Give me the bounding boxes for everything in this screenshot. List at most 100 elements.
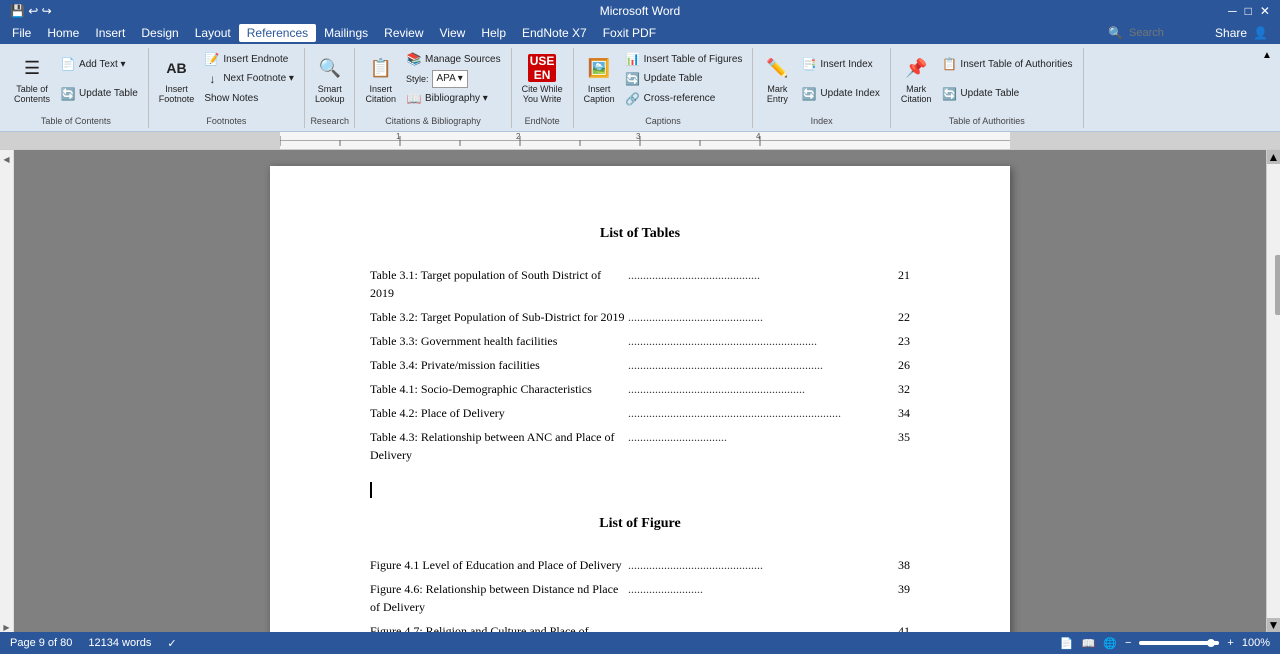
insert-table-auth-button[interactable]: 📋 Insert Table of Authorities xyxy=(937,55,1076,73)
table-of-contents-button[interactable]: ☰ Table ofContents xyxy=(10,50,54,108)
cite-while-write-button[interactable]: USEEN Cite WhileYou Write xyxy=(518,50,567,108)
insert-footnote-button[interactable]: AB InsertFootnote xyxy=(155,50,199,108)
show-notes-button[interactable]: Show Notes xyxy=(200,90,298,108)
figures-list: Figure 4.1 Level of Education and Place … xyxy=(370,556,910,632)
endnote-group-label: EndNote xyxy=(512,116,573,126)
ribbon-group-endnote: USEEN Cite WhileYou Write EndNote xyxy=(512,48,574,128)
index-group-label: Index xyxy=(753,116,890,126)
ruler-content: 1 2 3 4 xyxy=(280,132,1010,149)
share-button[interactable]: Share xyxy=(1215,26,1247,40)
ribbon-collapse-button[interactable]: ▲ xyxy=(1262,50,1272,61)
insert-table-figures-label: Insert Table of Figures xyxy=(644,54,743,65)
menu-foxit[interactable]: Foxit PDF xyxy=(595,24,664,42)
insert-caption-button[interactable]: 🖼️ InsertCaption xyxy=(580,50,619,108)
add-text-label: Add Text ▾ xyxy=(79,59,126,70)
update-table-toc-button[interactable]: 🔄 Update Table xyxy=(56,85,142,103)
insert-endnote-button[interactable]: 📝 Insert Endnote xyxy=(200,50,298,68)
minimize-btn[interactable]: ─ xyxy=(1228,4,1237,18)
ruler-right-margin xyxy=(1010,132,1280,149)
style-select[interactable]: APA ▾ xyxy=(432,70,468,88)
bibliography-label: Bibliography ▾ xyxy=(425,93,488,104)
ribbon-group-footnotes: AB InsertFootnote 📝 Insert Endnote ↓ Nex… xyxy=(149,48,305,128)
smart-lookup-button[interactable]: 🔍 SmartLookup xyxy=(311,50,349,108)
captions-group-items: 🖼️ InsertCaption 📊 Insert Table of Figur… xyxy=(580,50,747,126)
cross-reference-label: Cross-reference xyxy=(644,93,716,104)
zoom-out-button[interactable]: − xyxy=(1125,637,1131,649)
table-figures-icon: 📊 xyxy=(625,51,641,67)
manage-sources-icon: 📚 xyxy=(406,51,422,67)
layout-normal-icon[interactable]: 📄 xyxy=(1060,637,1074,650)
scroll-down-button[interactable]: ▼ xyxy=(1267,618,1280,632)
next-footnote-button[interactable]: ↓ Next Footnote ▾ xyxy=(200,70,298,88)
cross-reference-button[interactable]: 🔗 Cross-reference xyxy=(621,90,747,108)
page-down-arrow[interactable]: ▶ xyxy=(2,622,12,632)
menu-insert[interactable]: Insert xyxy=(87,24,133,42)
style-dropdown[interactable]: Style: APA ▾ xyxy=(402,70,505,88)
table-entry: Table 4.1: Socio-Demographic Characteris… xyxy=(370,380,910,398)
cross-ref-icon: 🔗 xyxy=(625,91,641,107)
mark-entry-button[interactable]: ✏️ MarkEntry xyxy=(759,50,795,108)
update-table-auth-button[interactable]: 🔄 Update Table xyxy=(937,85,1076,103)
figure-entry-dots: ......................... xyxy=(628,580,886,616)
captions-small-buttons: 📊 Insert Table of Figures 🔄 Update Table… xyxy=(621,50,747,108)
zoom-slider[interactable] xyxy=(1139,641,1219,645)
menu-references[interactable]: References xyxy=(239,24,316,42)
table-entry: Table 3.2: Target Population of Sub-Dist… xyxy=(370,308,910,326)
menu-view[interactable]: View xyxy=(432,24,474,42)
menu-help[interactable]: Help xyxy=(473,24,514,42)
scroll-up-button[interactable]: ▲ xyxy=(1267,150,1280,164)
add-text-button[interactable]: 📄 Add Text ▾ xyxy=(56,55,142,73)
bibliography-button[interactable]: 📖 Bibliography ▾ xyxy=(402,90,505,108)
update-toc-icon: 🔄 xyxy=(60,86,76,102)
user-icon: 👤 xyxy=(1253,26,1268,40)
menu-layout[interactable]: Layout xyxy=(187,24,239,42)
menu-design[interactable]: Design xyxy=(133,24,186,42)
bibliography-icon: 📖 xyxy=(406,91,422,107)
layout-read-icon[interactable]: 📖 xyxy=(1082,637,1096,650)
figure-entry-page: 38 xyxy=(886,556,910,574)
search-input[interactable] xyxy=(1129,27,1209,39)
menu-review[interactable]: Review xyxy=(376,24,431,42)
maximize-btn[interactable]: □ xyxy=(1245,4,1252,18)
ruler: 1 2 3 4 xyxy=(0,132,1280,150)
zoom-in-button[interactable]: + xyxy=(1227,637,1233,649)
cursor-position xyxy=(370,480,910,500)
update-cap-icon: 🔄 xyxy=(625,71,641,87)
ruler-marks: 1 2 3 4 xyxy=(280,132,1010,150)
document-area[interactable]: List of Tables Table 3.1: Target populat… xyxy=(14,150,1266,632)
style-dropdown-arrow: ▾ xyxy=(458,73,463,84)
toc-group-items: ☰ Table ofContents 📄 Add Text ▾ 🔄 Update… xyxy=(10,50,142,126)
endnote-en-icon: USEEN xyxy=(528,54,556,82)
manage-sources-button[interactable]: 📚 Manage Sources xyxy=(402,50,505,68)
insert-citation-button[interactable]: 📋 InsertCitation xyxy=(361,50,400,108)
page-info: Page 9 of 80 xyxy=(10,637,72,649)
quick-access[interactable]: 💾 ↩ ↪ xyxy=(10,4,52,18)
insert-table-figures-button[interactable]: 📊 Insert Table of Figures xyxy=(621,50,747,68)
update-table-cap-button[interactable]: 🔄 Update Table xyxy=(621,70,747,88)
next-footnote-icon: ↓ xyxy=(204,71,220,87)
menu-mailings[interactable]: Mailings xyxy=(316,24,376,42)
layout-web-icon[interactable]: 🌐 xyxy=(1103,637,1117,650)
figure-entry-dots: ........................................… xyxy=(628,556,886,574)
update-table-toc-label: Update Table xyxy=(79,88,138,99)
menu-endnote[interactable]: EndNote X7 xyxy=(514,24,595,42)
mark-citation-button[interactable]: 📌 MarkCitation xyxy=(897,50,936,108)
right-scrollbar[interactable]: ▲ ▼ xyxy=(1266,150,1280,632)
search-icon: 🔍 xyxy=(1108,26,1123,40)
figure-entry: Figure 4.6: Relationship between Distanc… xyxy=(370,580,910,616)
insert-index-button[interactable]: 📑 Insert Index xyxy=(797,55,884,73)
scroll-thumb[interactable] xyxy=(1275,255,1280,315)
menu-file[interactable]: File xyxy=(4,24,39,42)
svg-text:1: 1 xyxy=(396,132,401,141)
page-up-arrow[interactable]: ◀ xyxy=(2,154,12,164)
menu-home[interactable]: Home xyxy=(39,24,87,42)
authorities-group-label: Table of Authorities xyxy=(891,116,1083,126)
toc-entry-label: Table 3.2: Target Population of Sub-Dist… xyxy=(370,308,628,326)
authorities-group-items: 📌 MarkCitation 📋 Insert Table of Authori… xyxy=(897,50,1077,126)
update-index-button[interactable]: 🔄 Update Index xyxy=(797,85,884,103)
smart-lookup-icon: 🔍 xyxy=(316,54,344,82)
footnotes-group-items: AB InsertFootnote 📝 Insert Endnote ↓ Nex… xyxy=(155,50,298,126)
title-bar: 💾 ↩ ↪ Microsoft Word ─ □ ✕ xyxy=(0,0,1280,22)
close-btn[interactable]: ✕ xyxy=(1260,4,1270,18)
figure-entry-dots: ..................................... xyxy=(628,622,886,632)
